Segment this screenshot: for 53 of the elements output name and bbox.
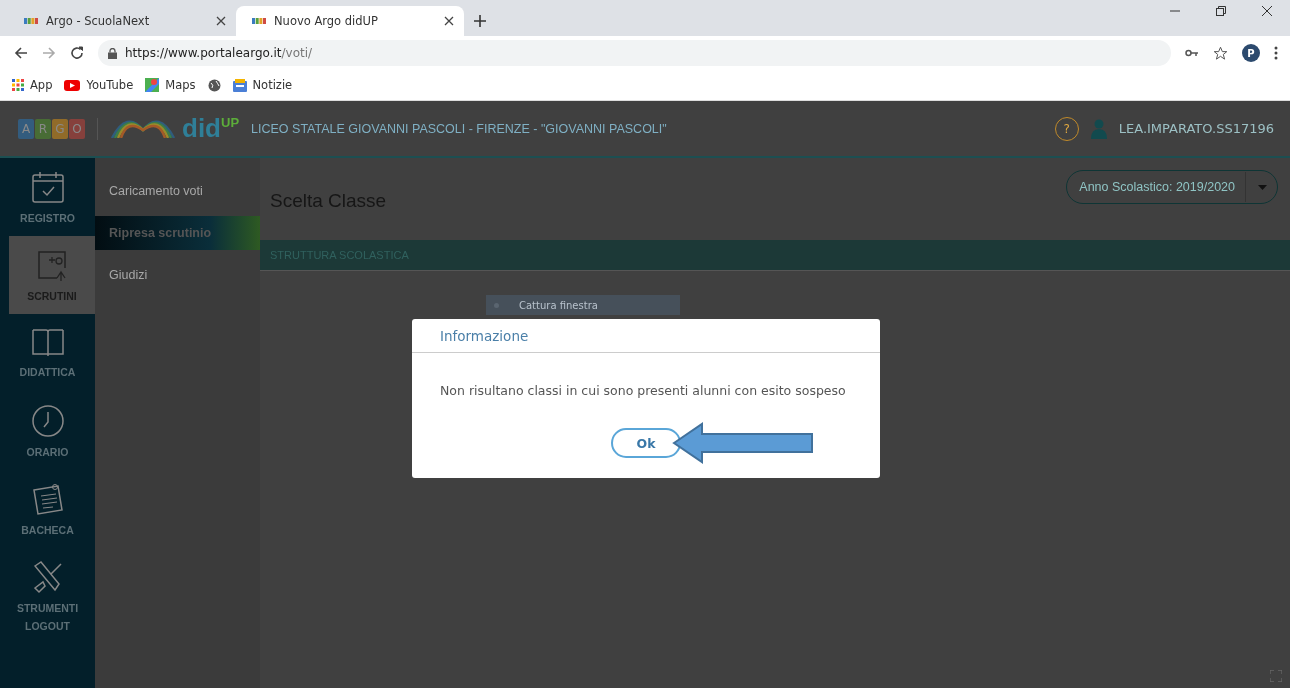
submenu-item[interactable]: Caricamento voti — [95, 174, 260, 208]
dialog-title: Informazione — [412, 319, 880, 353]
user-name[interactable]: LEA.IMPARATO.SS17196 — [1118, 121, 1274, 136]
logo-letter: A — [18, 118, 34, 139]
restore-icon[interactable] — [1216, 6, 1226, 16]
grade-plus-icon — [35, 248, 69, 282]
argo-favicon-icon — [252, 18, 266, 24]
submenu-item[interactable]: Giudizi — [95, 258, 260, 292]
logo-letter: O — [69, 118, 85, 139]
rainbow-arcs-icon — [110, 119, 176, 138]
school-name: LICEO STATALE GIOVANNI PASCOLI - FIRENZE - "GIOVANNI PASCOLI" — [251, 121, 667, 136]
newspaper-icon[interactable] — [232, 78, 247, 92]
profile-avatar[interactable]: P — [1242, 44, 1260, 62]
notepad-icon — [30, 482, 65, 516]
new-tab-icon[interactable] — [474, 15, 486, 27]
browser-tab[interactable]: Argo - ScuolaNext — [8, 6, 236, 36]
product-logo: did$^{UP}$ — [182, 113, 240, 144]
user-icon — [1090, 118, 1107, 139]
close-icon[interactable] — [216, 16, 226, 26]
argo-favicon-icon — [24, 18, 38, 24]
globe-icon[interactable] — [207, 78, 221, 92]
play-logo-icon[interactable] — [64, 79, 81, 91]
nav-item[interactable]: LOGOUT — [0, 620, 95, 632]
bookmark-link[interactable]: App — [30, 78, 53, 92]
open-book-icon — [30, 328, 65, 358]
bookmark-link[interactable]: Notizie — [252, 78, 293, 92]
menu-icon[interactable] — [1274, 46, 1278, 60]
close-icon[interactable] — [444, 16, 454, 26]
nav-item[interactable]: ORARIO — [0, 392, 95, 470]
bookmark-link[interactable]: Maps — [165, 78, 196, 92]
address-bar[interactable]: https://www.portaleargo.it/voti/ — [98, 40, 1171, 66]
dialog-message: Non risultano classi in cui sono presenti alunni con esito sospeso — [439, 382, 847, 398]
nav-item[interactable]: REGISTRO — [0, 158, 95, 236]
map-pin-icon[interactable] — [145, 78, 160, 92]
star-icon[interactable] — [1213, 45, 1228, 61]
clock-icon — [30, 404, 65, 438]
logo-letter: G — [52, 118, 68, 139]
calendar-check-icon — [30, 170, 65, 204]
logo-letter: R — [35, 118, 51, 139]
nav-item[interactable]: DIDATTICA — [0, 314, 95, 392]
lock-icon — [108, 47, 117, 59]
reload-icon[interactable] — [70, 46, 84, 60]
caret-icon — [1258, 184, 1267, 190]
bookmark-link[interactable]: YouTube — [86, 78, 134, 92]
ok-button[interactable]: Ok — [611, 428, 681, 458]
nav-item[interactable]: BACHECA — [0, 470, 95, 548]
pointing-arrow-icon — [672, 422, 816, 464]
key-icon[interactable] — [1185, 49, 1199, 57]
back-icon[interactable] — [14, 46, 28, 60]
browser-tab[interactable]: Nuovo Argo didUP — [236, 6, 464, 36]
apps-grid-icon[interactable] — [12, 79, 24, 91]
tooltip: Cattura finestra — [486, 295, 680, 315]
close-icon[interactable] — [1262, 6, 1272, 16]
